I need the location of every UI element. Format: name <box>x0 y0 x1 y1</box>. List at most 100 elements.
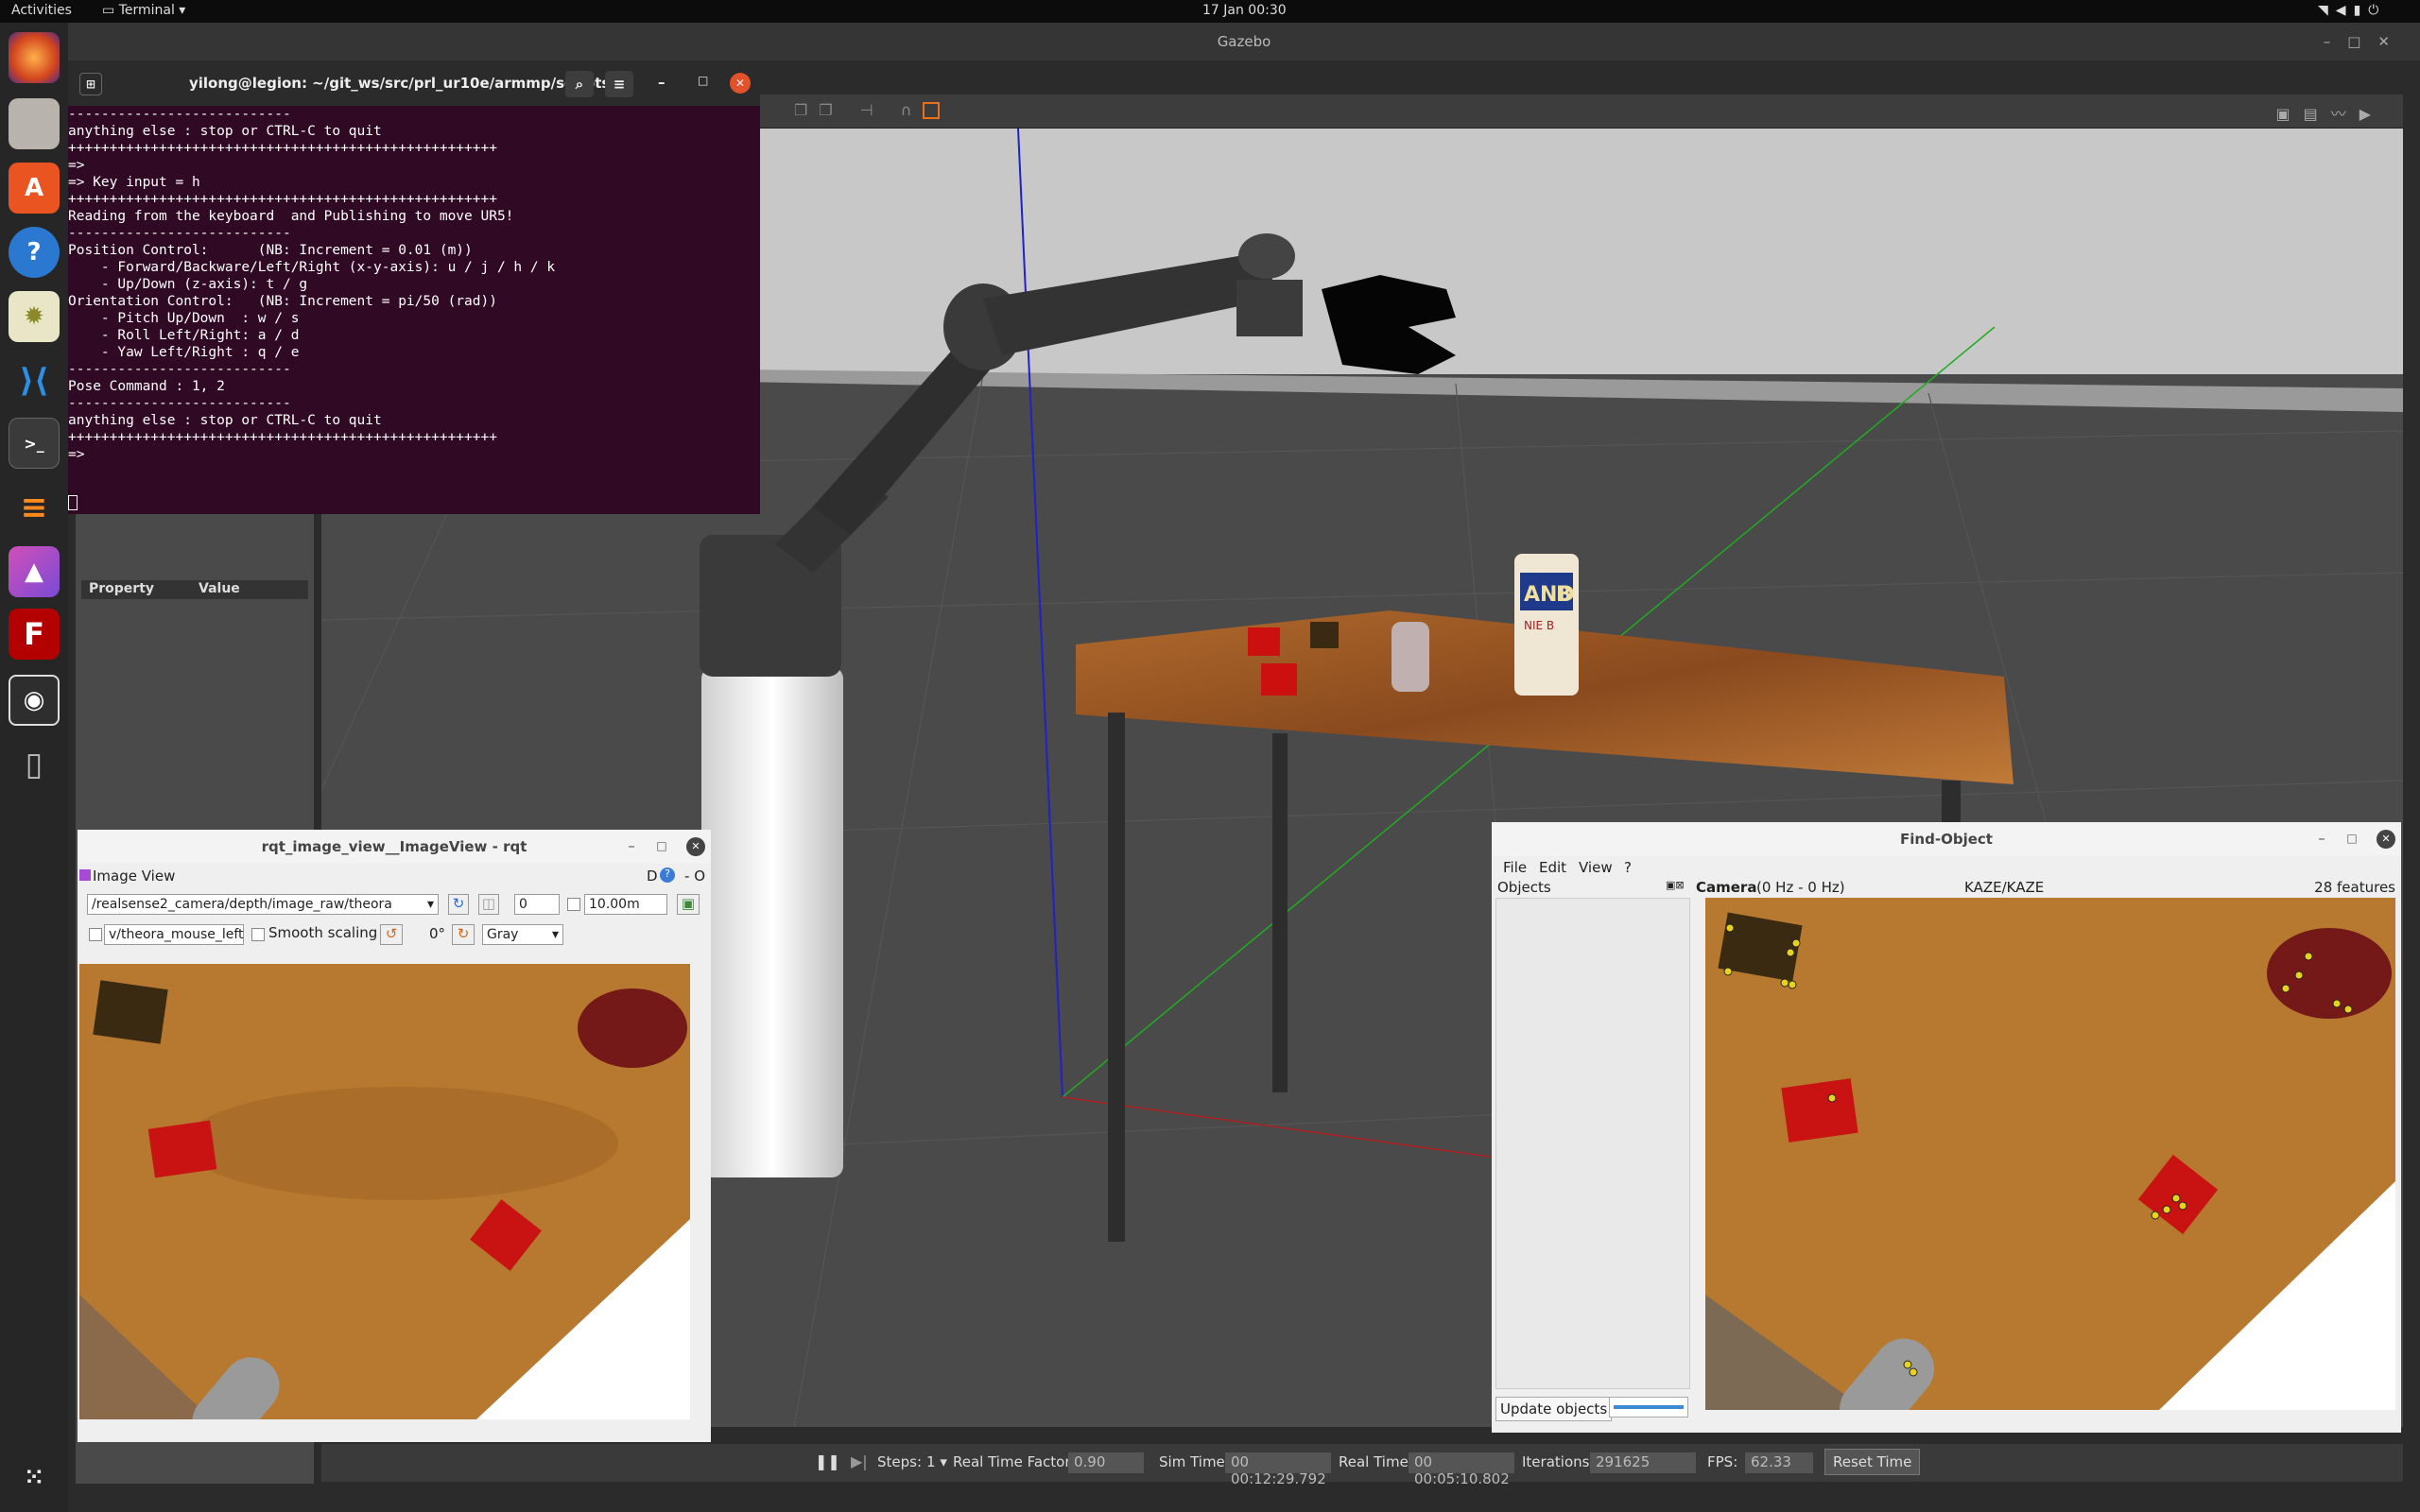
update-objects-button[interactable]: Update objects <box>1495 1397 1613 1421</box>
vscode-icon[interactable]: ⟩⟨ <box>9 355 60 406</box>
max-range-input[interactable]: 10.00m <box>584 894 667 915</box>
find-object-window[interactable]: Find-Object – □ ✕ File Edit View ? Objec… <box>1492 822 2401 1433</box>
menu-view[interactable]: View <box>1579 859 1613 876</box>
help-icon[interactable]: ? <box>660 868 675 883</box>
settings-icon[interactable]: ✹ <box>9 291 60 342</box>
smooth-scaling-checkbox[interactable] <box>251 928 265 941</box>
save-image-icon[interactable]: ▣ <box>677 894 700 915</box>
topdown-table-image <box>79 964 690 1419</box>
maximize-icon[interactable]: □ <box>650 835 673 858</box>
minimize-icon[interactable]: – <box>658 74 666 91</box>
terminal-icon[interactable]: >_ <box>9 418 60 469</box>
terminal-line: => <box>68 158 85 173</box>
pause-icon[interactable]: ❚❚ <box>815 1452 840 1470</box>
terminal-window[interactable]: ⊞ yilong@legion: ~/git_ws/src/prl_ur10e/… <box>68 62 760 514</box>
property-header: Property Value <box>81 580 308 599</box>
menu-edit[interactable]: Edit <box>1539 859 1566 876</box>
activities-button[interactable]: Activities <box>11 3 72 18</box>
threshold-slider[interactable] <box>1609 1397 1688 1418</box>
colormap-select[interactable]: Gray ▾ <box>482 924 563 945</box>
menu-help[interactable]: ? <box>1624 859 1632 876</box>
filezilla-icon[interactable]: F <box>9 609 60 660</box>
help-icon[interactable]: ? <box>9 227 60 278</box>
rotation-label: 0° <box>429 925 446 942</box>
camera-icon[interactable]: ◉ <box>9 675 60 726</box>
find-object-titlebar: Find-Object – □ ✕ <box>1492 822 2401 856</box>
files-icon[interactable] <box>9 98 60 149</box>
search-icon[interactable]: ⌕ <box>565 71 594 97</box>
menubar: File Edit View ? <box>1492 856 2401 879</box>
tablet-icon[interactable]: ▯ <box>9 739 60 790</box>
firefox-icon[interactable] <box>9 32 60 83</box>
cursor <box>68 495 78 510</box>
gazebo-window-controls[interactable]: –□✕ <box>2324 23 2407 60</box>
terminal-line: --------------------------- <box>68 362 291 377</box>
close-icon[interactable]: ✕ <box>686 837 705 856</box>
objects-list[interactable] <box>1495 898 1690 1389</box>
rqt-image-view-window[interactable]: rqt_image_view__ImageView - rqt – □ ✕ Im… <box>78 830 711 1442</box>
rqt-titlebar: rqt_image_view__ImageView - rqt – □ ✕ <box>78 830 711 864</box>
apps-grid-icon[interactable]: ⁙ <box>9 1452 60 1503</box>
terminal-line: - Roll Left/Right: a / d <box>68 328 300 343</box>
feature-overlay-image <box>1705 898 2395 1410</box>
terminal-line: --------------------------- <box>68 107 291 122</box>
maximize-icon[interactable]: □ <box>698 74 708 87</box>
zoom-icon[interactable]: ◫ <box>478 894 499 915</box>
objects-panel-title: Objects <box>1497 879 1551 896</box>
minimize-icon[interactable]: – <box>620 835 643 858</box>
menu-file[interactable]: File <box>1503 859 1527 876</box>
features-count: 28 features <box>2314 879 2395 896</box>
find-camera-image[interactable] <box>1705 898 2395 1410</box>
sublime-icon[interactable]: ≡ <box>9 482 60 533</box>
screenshot-icon[interactable]: ▣▤〰▶ <box>2275 101 2384 124</box>
minimize-icon[interactable]: – <box>2310 828 2333 850</box>
terminal-line: - Yaw Left/Right : q / e <box>68 345 300 360</box>
image-viewer-icon[interactable]: ▲ <box>9 546 60 597</box>
terminal-line: - Up/Down (z-axis): t / g <box>68 277 308 292</box>
clock[interactable]: 17 Jan 00:30 <box>1202 3 1287 18</box>
topic-select[interactable]: /realsense2_camera/depth/image_raw/theor… <box>87 894 439 915</box>
range-checkbox[interactable] <box>567 898 580 911</box>
terminal-line: --------------------------- <box>68 396 291 411</box>
terminal-line: ++++++++++++++++++++++++++++++++++++++++… <box>68 192 497 207</box>
close-icon[interactable]: ✕ <box>2377 830 2395 849</box>
steps-spinner[interactable]: 1 ▾ <box>926 1453 947 1470</box>
spin-value[interactable]: 0 <box>514 894 560 915</box>
camera-image[interactable] <box>79 964 690 1419</box>
mouse-topic-input[interactable]: v/theora_mouse_left <box>104 924 244 945</box>
close-icon[interactable]: ✕ <box>730 73 751 94</box>
mouse-publish-checkbox[interactable] <box>89 928 102 941</box>
snap-icon[interactable] <box>923 102 940 119</box>
rotate-right-icon[interactable]: ↻ <box>452 924 475 945</box>
panel-float-icon[interactable]: ▣⊠ <box>1666 879 1685 891</box>
fps-value: 62.33 <box>1745 1452 1813 1473</box>
terminal-line: Reading from the keyboard and Publishing… <box>68 209 514 224</box>
terminal-output[interactable]: --------------------------- anything else… <box>68 106 760 463</box>
gazebo-status-bar: ❚❚ ▶| Steps: 1 ▾ Real Time Factor: 0.90 … <box>321 1444 2403 1487</box>
svg-text:B: B <box>1556 583 1572 607</box>
terminal-line: Position Control: (NB: Increment = 0.01 … <box>68 243 473 258</box>
rotate-left-icon[interactable]: ↺ <box>380 924 403 945</box>
terminal-line: --------------------------- <box>68 226 291 241</box>
new-tab-icon[interactable]: ⊞ <box>79 73 102 95</box>
svg-text:NIE B: NIE B <box>1524 619 1554 632</box>
system-tray[interactable]: ◥◀▮⏻ <box>2318 3 2386 18</box>
terminal-line: Orientation Control: (NB: Increment = pi… <box>68 294 497 309</box>
power-icon: ⏻ <box>2368 3 2387 18</box>
copy-icon[interactable]: ❐❐ ⊣ ∩ <box>794 101 924 119</box>
terminal-app-menu[interactable]: ▭ Terminal ▾ <box>102 3 185 18</box>
sim-time-value: 00 00:12:29.792 <box>1225 1452 1331 1487</box>
software-icon[interactable]: A <box>9 163 60 214</box>
refresh-icon[interactable]: ↻ <box>448 894 469 915</box>
terminal-menu-icon: ▭ <box>102 3 119 18</box>
step-icon[interactable]: ▶| <box>851 1452 868 1470</box>
options-button[interactable]: - O <box>684 868 705 885</box>
dock: A ? ✹ ⟩⟨ >_ ≡ ▲ F ◉ ▯ ⁙ <box>0 23 68 1512</box>
wifi-icon: ◥ <box>2318 3 2336 18</box>
maximize-icon[interactable]: □ <box>2341 828 2363 850</box>
dock-d-button[interactable]: D <box>647 868 658 885</box>
hamburger-menu-icon[interactable]: ≡ <box>605 71 633 97</box>
terminal-line: Pose Command : 1, 2 <box>68 379 225 394</box>
reset-time-button[interactable]: Reset Time <box>1824 1449 1921 1475</box>
terminal-line: => <box>68 447 85 462</box>
